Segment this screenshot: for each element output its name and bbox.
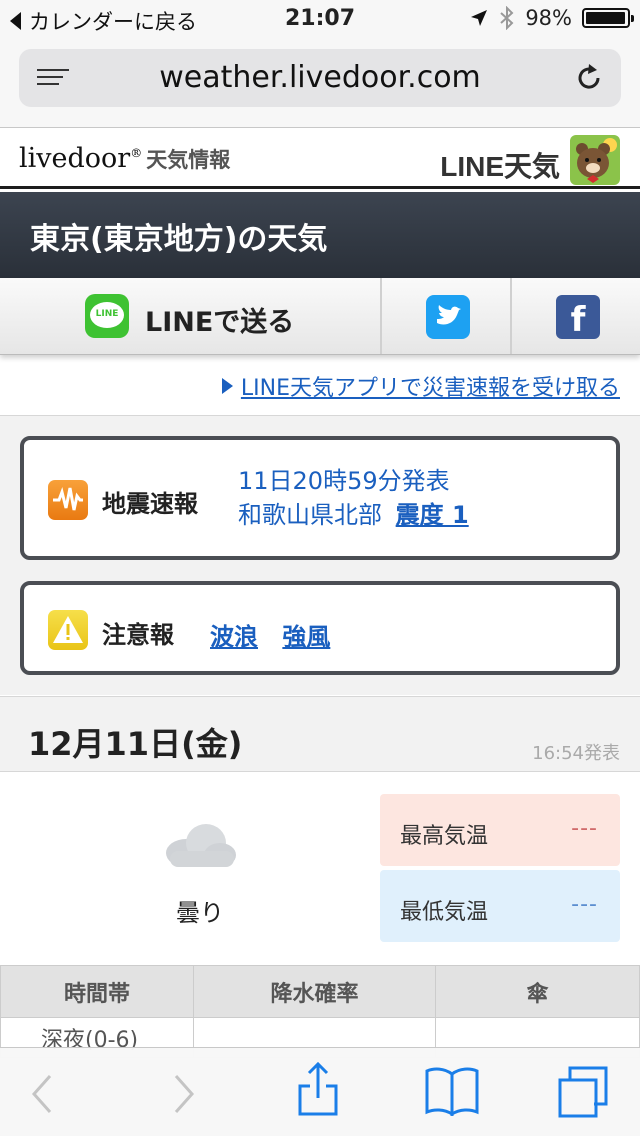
table-header-row: 時間帯 降水確率 傘 xyxy=(0,965,640,1018)
earthquake-info: 11日20時59分発表 和歌山県北部 震度 1 xyxy=(238,464,469,532)
high-temp-value: --- xyxy=(571,816,598,841)
table-header-time: 時間帯 xyxy=(0,965,194,1018)
logo-subtitle: 天気情報 xyxy=(146,149,231,172)
share-bar: LINE LINEで送る f xyxy=(0,278,640,355)
reload-icon[interactable] xyxy=(573,62,605,94)
site-header: livedoor® 天気情報 LINE天気 xyxy=(0,129,640,189)
earthquake-heading: 地震速報 xyxy=(102,490,198,518)
back-icon[interactable] xyxy=(22,1072,66,1116)
page-title: 東京(東京地方)の天気 xyxy=(30,222,328,257)
warning-icon xyxy=(48,610,88,650)
line-share-button[interactable]: LINE LINEで送る xyxy=(0,278,382,354)
weather-condition: 曇り xyxy=(176,899,224,927)
battery-icon xyxy=(582,8,634,28)
facebook-share-button[interactable]: f xyxy=(514,278,640,354)
earthquake-alert-box: 地震速報 11日20時59分発表 和歌山県北部 震度 1 xyxy=(20,436,620,560)
forecast-date: 12月11日(金) xyxy=(28,725,243,763)
location-arrow-icon xyxy=(471,10,488,26)
low-temp-value: --- xyxy=(571,892,598,917)
line-weather-logo[interactable]: LINE天気 xyxy=(440,145,560,185)
twitter-share-button[interactable] xyxy=(384,278,512,354)
share-icon[interactable] xyxy=(296,1062,340,1116)
forward-icon[interactable] xyxy=(160,1072,204,1116)
address-bar[interactable]: weather.livedoor.com xyxy=(19,49,621,107)
advisory-links: 波浪 強風 xyxy=(210,617,346,652)
advisory-box: 注意報 波浪 強風 xyxy=(20,581,620,675)
logo-text: livedoor xyxy=(19,143,131,174)
facebook-icon: f xyxy=(556,295,600,340)
browser-chrome: weather.livedoor.com xyxy=(0,40,640,128)
forecast-published: 16:54発表 xyxy=(532,743,620,764)
line-share-label: LINEで送る xyxy=(145,307,295,338)
battery-fill xyxy=(586,12,626,24)
table-header-umbrella: 傘 xyxy=(435,965,640,1018)
forecast-date-row: 12月11日(金) 16:54発表 xyxy=(0,696,640,772)
url-text[interactable]: weather.livedoor.com xyxy=(19,60,621,95)
advisory-heading: 注意報 xyxy=(102,621,174,649)
precipitation-table: 時間帯 降水確率 傘 深夜(0-6) xyxy=(0,965,640,1058)
earthquake-announced: 11日20時59分発表 xyxy=(238,467,450,495)
high-temp-box: 最高気温 --- xyxy=(380,794,620,866)
livedoor-logo[interactable]: livedoor® 天気情報 xyxy=(19,143,230,174)
advisory-link-waves[interactable]: 波浪 xyxy=(210,623,258,651)
earthquake-intensity-link[interactable]: 震度 1 xyxy=(396,501,469,529)
twitter-icon xyxy=(426,295,470,339)
cloud-icon xyxy=(166,824,236,867)
low-temp-box: 最低気温 --- xyxy=(380,870,620,942)
link-arrow-icon xyxy=(221,378,233,394)
battery-percent: 98% xyxy=(525,6,572,30)
line-icon-text: LINE xyxy=(95,309,119,319)
low-temp-label: 最低気温 xyxy=(400,900,489,925)
advisory-link-wind[interactable]: 強風 xyxy=(282,623,330,651)
bookmarks-icon[interactable] xyxy=(424,1066,480,1116)
browser-toolbar xyxy=(0,1047,640,1136)
earthquake-region: 和歌山県北部 xyxy=(238,501,382,529)
logo-mark: ® xyxy=(130,146,143,160)
bluetooth-icon xyxy=(500,6,514,30)
page-title-bar: 東京(東京地方)の天気 xyxy=(0,192,640,278)
app-link[interactable]: LINE天気アプリで災害速報を受け取る xyxy=(221,370,620,402)
page: カレンダーに戻る 21:07 98% weather.livedoor.com xyxy=(0,0,640,1136)
table-header-rain: 降水確率 xyxy=(193,965,436,1018)
high-temp-label: 最高気温 xyxy=(400,824,489,849)
status-bar: カレンダーに戻る 21:07 98% xyxy=(0,0,640,40)
forecast-panel: 曇り 最高気温 --- 最低気温 --- xyxy=(0,773,640,965)
seismic-wave-icon xyxy=(48,480,88,520)
tabs-icon[interactable] xyxy=(556,1066,610,1118)
app-link-text[interactable]: LINE天気アプリで災害速報を受け取る xyxy=(241,370,620,402)
brown-bear-icon[interactable] xyxy=(570,135,620,185)
line-icon: LINE xyxy=(85,294,129,338)
status-indicators: 98% xyxy=(469,6,634,30)
